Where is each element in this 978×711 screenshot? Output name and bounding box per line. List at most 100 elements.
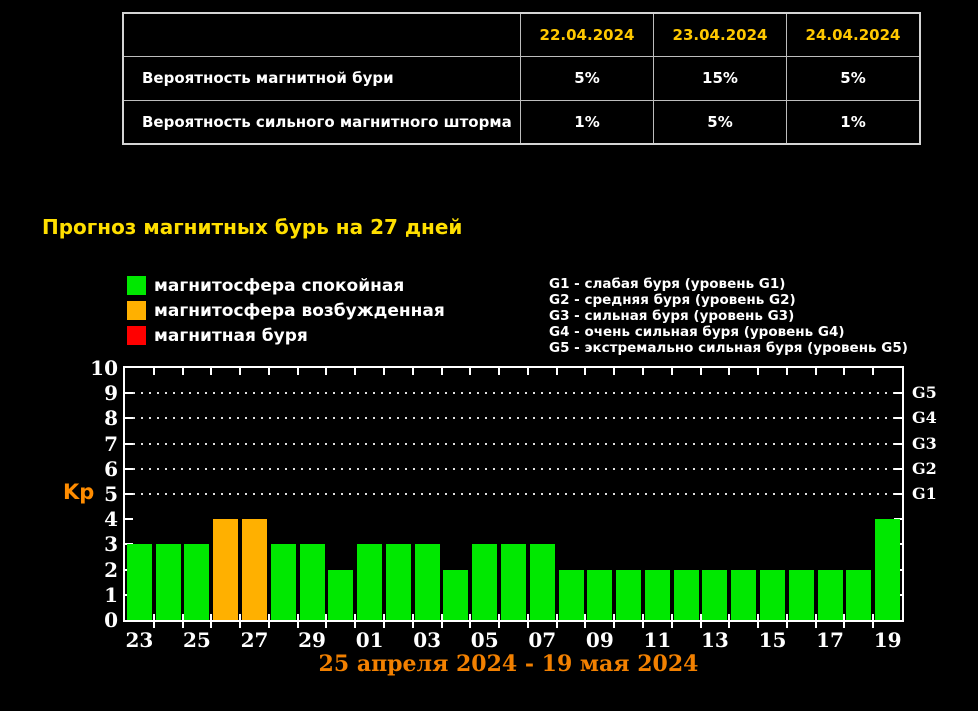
x-tick-bottom-out bbox=[268, 622, 270, 628]
x-axis-label: 03 bbox=[397, 628, 457, 652]
kp-bar-day-03 bbox=[415, 544, 440, 620]
row-label: Вероятность магнитной бури bbox=[123, 56, 521, 100]
x-tick-bottom-in bbox=[671, 614, 673, 620]
x-tick-top bbox=[383, 368, 385, 375]
y-tick-right bbox=[894, 392, 902, 394]
x-tick-bottom-in bbox=[412, 614, 414, 620]
g-level-line: G4 - очень сильная буря (уровень G4) bbox=[549, 324, 908, 340]
x-tick-bottom-out bbox=[354, 622, 356, 628]
x-tick-bottom-in bbox=[354, 614, 356, 620]
kp-bar-day-28 bbox=[271, 544, 296, 620]
right-axis-label-G2: G2 bbox=[912, 460, 937, 477]
g-level-line: G2 - средняя буря (уровень G2) bbox=[549, 292, 908, 308]
kp-bar-day-12 bbox=[674, 570, 699, 620]
excited-color-swatch bbox=[127, 301, 146, 320]
x-axis-label: 11 bbox=[627, 628, 687, 652]
status-legend: магнитосфера спокойная магнитосфера возб… bbox=[127, 273, 445, 348]
right-axis-label-G5: G5 bbox=[912, 384, 937, 401]
x-tick-bottom-out bbox=[728, 622, 730, 628]
row-label: Вероятность сильного магнитного шторма bbox=[123, 100, 521, 144]
kp-bar-day-25 bbox=[184, 544, 209, 620]
g-level-line: G1 - слабая буря (уровень G1) bbox=[549, 276, 908, 292]
x-tick-top bbox=[872, 368, 874, 375]
y-tick-left bbox=[125, 443, 133, 445]
g-level-line: G3 - сильная буря (уровень G3) bbox=[549, 308, 908, 324]
gridline-G4 bbox=[125, 417, 902, 419]
x-tick-top bbox=[469, 368, 471, 375]
x-tick-bottom-in bbox=[843, 614, 845, 620]
x-axis-label: 05 bbox=[455, 628, 515, 652]
g-level-legend: G1 - слабая буря (уровень G1) G2 - средн… bbox=[549, 276, 908, 356]
x-tick-bottom-in bbox=[210, 614, 212, 620]
date-header: 23.04.2024 bbox=[654, 13, 787, 56]
kp-bar-day-11 bbox=[645, 570, 670, 620]
kp-bar-day-30 bbox=[328, 570, 353, 620]
legend-item-quiet: магнитосфера спокойная bbox=[127, 273, 445, 298]
x-tick-bottom-in bbox=[584, 614, 586, 620]
x-tick-top bbox=[527, 368, 529, 375]
x-tick-bottom-in bbox=[297, 614, 299, 620]
x-tick-top bbox=[584, 368, 586, 375]
y-tick-right bbox=[894, 468, 902, 470]
y-tick-left bbox=[125, 493, 133, 495]
x-tick-bottom-out bbox=[498, 622, 500, 628]
x-axis-label: 27 bbox=[225, 628, 285, 652]
x-tick-bottom-out bbox=[872, 622, 874, 628]
probability-value: 5% bbox=[521, 56, 654, 100]
x-tick-bottom-in bbox=[786, 614, 788, 620]
x-tick-top bbox=[642, 368, 644, 375]
right-axis-label-G3: G3 bbox=[912, 435, 937, 452]
x-tick-bottom-in bbox=[268, 614, 270, 620]
x-tick-bottom-out bbox=[441, 622, 443, 628]
kp-bar-day-01 bbox=[357, 544, 382, 620]
legend-label: магнитосфера спокойная bbox=[154, 276, 404, 296]
y-tick-right bbox=[894, 543, 902, 545]
x-tick-bottom-out bbox=[671, 622, 673, 628]
y-tick-right bbox=[894, 569, 902, 571]
kp-bar-day-26 bbox=[213, 519, 238, 620]
table-row: Вероятность сильного магнитного шторма 1… bbox=[123, 100, 920, 144]
x-tick-bottom-out bbox=[469, 622, 471, 628]
kp-bar-day-15 bbox=[760, 570, 785, 620]
y-tick-right bbox=[894, 417, 902, 419]
probability-value: 15% bbox=[654, 56, 787, 100]
y-tick-left bbox=[125, 392, 133, 394]
y-axis-label: 1 bbox=[60, 584, 118, 606]
x-tick-top bbox=[239, 368, 241, 375]
table-corner-cell bbox=[123, 13, 521, 56]
gridline-G3 bbox=[125, 443, 902, 445]
kp-bar-day-06 bbox=[501, 544, 526, 620]
x-tick-bottom-out bbox=[700, 622, 702, 628]
quiet-color-swatch bbox=[127, 276, 146, 295]
y-tick-left bbox=[125, 468, 133, 470]
x-tick-bottom-in bbox=[642, 614, 644, 620]
y-axis-label: 0 bbox=[60, 609, 118, 631]
kp-bar-day-14 bbox=[731, 570, 756, 620]
storm-probability-table: 22.04.2024 23.04.2024 24.04.2024 Вероятн… bbox=[122, 12, 921, 145]
x-tick-bottom-out bbox=[527, 622, 529, 628]
x-axis-title: 25 апреля 2024 - 19 мая 2024 bbox=[125, 651, 892, 677]
kp-bar-day-08 bbox=[559, 570, 584, 620]
storm-color-swatch bbox=[127, 326, 146, 345]
x-axis-label: 23 bbox=[109, 628, 169, 652]
kp-bar-day-09 bbox=[587, 570, 612, 620]
x-tick-bottom-out bbox=[325, 622, 327, 628]
y-tick-left bbox=[125, 518, 133, 520]
table-header-row: 22.04.2024 23.04.2024 24.04.2024 bbox=[123, 13, 920, 56]
y-axis-label: 3 bbox=[60, 533, 118, 555]
x-tick-top bbox=[297, 368, 299, 375]
x-tick-bottom-in bbox=[728, 614, 730, 620]
x-tick-top bbox=[613, 368, 615, 375]
x-tick-bottom-out bbox=[786, 622, 788, 628]
legend-label: магнитная буря bbox=[154, 326, 308, 346]
y-tick-left bbox=[125, 543, 133, 545]
x-tick-bottom-in bbox=[469, 614, 471, 620]
x-tick-bottom-out bbox=[239, 622, 241, 628]
probability-value: 5% bbox=[787, 56, 921, 100]
y-axis-label: 7 bbox=[60, 433, 118, 455]
x-tick-bottom-out bbox=[297, 622, 299, 628]
page-title: Прогноз магнитных бурь на 27 дней bbox=[42, 215, 462, 239]
kp-bar-day-24 bbox=[156, 544, 181, 620]
kp-bar-day-16 bbox=[789, 570, 814, 620]
kp-bar-day-13 bbox=[702, 570, 727, 620]
